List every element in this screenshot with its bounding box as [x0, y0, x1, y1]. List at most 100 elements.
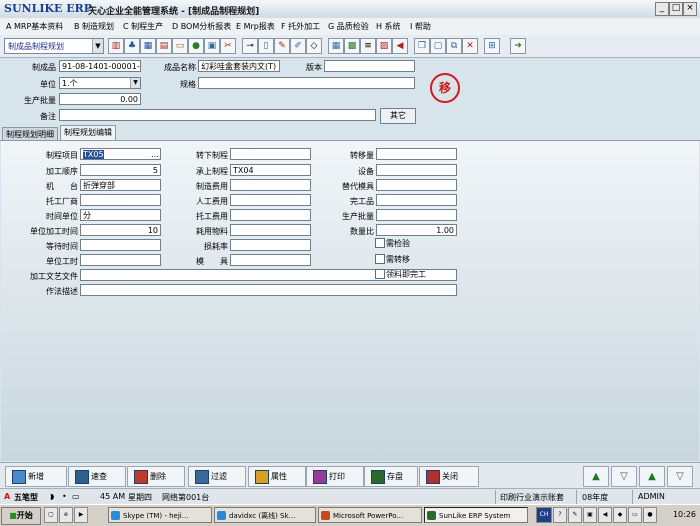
- table-icon[interactable]: ▦: [328, 38, 344, 54]
- menu-quality[interactable]: G 品质检验: [328, 21, 369, 32]
- ime-indicator[interactable]: 五笔型: [14, 492, 38, 503]
- close-window-button[interactable]: ×: [683, 2, 697, 16]
- quicklaunch-ie-icon[interactable]: e: [59, 507, 73, 523]
- machine-field[interactable]: 折弹穿部: [80, 179, 161, 191]
- version-field[interactable]: [324, 60, 415, 72]
- taskbar-item-skype[interactable]: Skype (TM) - heji...: [108, 507, 212, 523]
- module-select[interactable]: 制成品制程规划 ▼: [4, 38, 104, 54]
- vendor-field[interactable]: [80, 194, 161, 206]
- close-button[interactable]: 关闭: [419, 466, 479, 487]
- grid-icon[interactable]: ▦: [140, 38, 156, 54]
- list-icon[interactable]: ≡: [360, 38, 376, 54]
- maximize-button[interactable]: □: [669, 2, 683, 16]
- save-button[interactable]: 存盘: [364, 466, 418, 487]
- edit-icon[interactable]: ✐: [290, 38, 306, 54]
- ime-punct-icon[interactable]: •: [62, 492, 67, 501]
- tray-network-icon[interactable]: ▣: [583, 507, 597, 523]
- transfer-checkbox[interactable]: [375, 254, 385, 264]
- method-field[interactable]: [80, 284, 457, 296]
- search-button[interactable]: 速查: [68, 466, 126, 487]
- minimize-button[interactable]: _: [655, 2, 669, 16]
- menu-production[interactable]: C 制程生产: [123, 21, 163, 32]
- filter-button[interactable]: 过滤: [188, 466, 246, 487]
- start-button[interactable]: ■开始: [1, 507, 41, 525]
- tools-icon[interactable]: ✂: [220, 38, 236, 54]
- duplicate-icon[interactable]: ⧉: [446, 38, 462, 54]
- document-icon[interactable]: ▯: [258, 38, 274, 54]
- layout-icon[interactable]: ▩: [344, 38, 360, 54]
- unit-work-field[interactable]: [80, 254, 161, 266]
- folder-icon[interactable]: ▭: [172, 38, 188, 54]
- tray-monitor-icon[interactable]: ▭: [628, 507, 642, 523]
- unit-time-field[interactable]: 10: [80, 224, 161, 236]
- loss-field[interactable]: [230, 239, 311, 251]
- first-record-button[interactable]: ▲: [583, 466, 609, 487]
- mold-field[interactable]: [230, 254, 311, 266]
- next-record-button[interactable]: ▲: [639, 466, 665, 487]
- picture-icon[interactable]: ▨: [376, 38, 392, 54]
- unit-select[interactable]: 1.个 ▼: [59, 77, 141, 89]
- chart-icon[interactable]: ▥: [108, 38, 124, 54]
- transfer-qty-field[interactable]: [376, 148, 457, 160]
- spec-field[interactable]: [198, 77, 415, 89]
- tray-ime-icon[interactable]: ✎: [568, 507, 582, 523]
- globe-icon[interactable]: ●: [188, 38, 204, 54]
- batch-field[interactable]: 0.00: [59, 93, 141, 105]
- equipment-field[interactable]: [376, 164, 457, 176]
- prev-record-button[interactable]: ▽: [611, 466, 637, 487]
- ime-moon-icon[interactable]: ◗: [50, 492, 54, 501]
- menu-mrp-basic[interactable]: A MRP基本资料: [6, 21, 63, 32]
- key-icon[interactable]: ⊸: [242, 38, 258, 54]
- other-button[interactable]: 其它: [380, 108, 416, 124]
- users-icon[interactable]: ♣: [124, 38, 140, 54]
- exit-icon[interactable]: ➜: [510, 38, 526, 54]
- outsource-cost-field[interactable]: [230, 209, 311, 221]
- pen-icon[interactable]: ✎: [274, 38, 290, 54]
- tray-security-icon[interactable]: ◆: [613, 507, 627, 523]
- delete-button[interactable]: 删除: [127, 466, 185, 487]
- tab-process-detail[interactable]: 制程规划明细: [2, 127, 58, 141]
- menu-system[interactable]: H 系统: [376, 21, 401, 32]
- finished-field[interactable]: [376, 194, 457, 206]
- sequence-field[interactable]: 5: [80, 164, 161, 176]
- material-done-checkbox[interactable]: [375, 269, 385, 279]
- speaker-icon[interactable]: ◀: [392, 38, 408, 54]
- quicklaunch-media-icon[interactable]: ▶: [74, 507, 88, 523]
- cancel-icon[interactable]: ✕: [462, 38, 478, 54]
- prev-process-field[interactable]: TX04: [230, 164, 311, 176]
- qty-ratio-field[interactable]: 1.00: [376, 224, 457, 236]
- next-process-field[interactable]: [230, 148, 311, 160]
- process-item-field[interactable]: TX05 …: [80, 148, 161, 160]
- material-field[interactable]: [230, 224, 311, 236]
- product-name-field[interactable]: 幻彩哇盒套装内文(T): [198, 60, 280, 72]
- tree-icon[interactable]: ⊞: [484, 38, 500, 54]
- taskbar-item-erp[interactable]: SunLike ERP System: [424, 507, 528, 523]
- inspect-checkbox[interactable]: [375, 238, 385, 248]
- taskbar-item-powerpoint[interactable]: Microsoft PowerPo...: [318, 507, 422, 523]
- calendar-icon[interactable]: ▤: [156, 38, 172, 54]
- taskbar-item-chat[interactable]: davidxc (离线) Sk...: [214, 507, 316, 523]
- eraser-icon[interactable]: ◇: [306, 38, 322, 54]
- print-button[interactable]: 打印: [306, 466, 364, 487]
- lookup-button[interactable]: …: [151, 149, 159, 159]
- menu-help[interactable]: I 帮助: [410, 21, 431, 32]
- mfg-cost-field[interactable]: [230, 179, 311, 191]
- window-icon[interactable]: ▣: [204, 38, 220, 54]
- product-field[interactable]: 91-08-1401-00001-00: [59, 60, 141, 72]
- paste-icon[interactable]: ▢: [430, 38, 446, 54]
- add-button[interactable]: 新增: [5, 466, 67, 487]
- alt-mold-field[interactable]: [376, 179, 457, 191]
- wait-time-field[interactable]: [80, 239, 161, 251]
- labor-cost-field[interactable]: [230, 194, 311, 206]
- quicklaunch-desktop-icon[interactable]: ▢: [44, 507, 58, 523]
- tray-help-icon[interactable]: ?: [553, 507, 567, 523]
- language-indicator[interactable]: CH: [536, 507, 552, 523]
- copy-icon[interactable]: ❐: [414, 38, 430, 54]
- tab-process-edit[interactable]: 制程规划编辑: [60, 125, 116, 141]
- tray-volume-icon[interactable]: ◀: [598, 507, 612, 523]
- time-unit-field[interactable]: 分: [80, 209, 161, 221]
- menu-planning[interactable]: B 制造规划: [74, 21, 114, 32]
- ime-keyboard-icon[interactable]: ▭: [72, 492, 80, 501]
- tray-app-icon[interactable]: ●: [643, 507, 657, 523]
- menu-mrp-report[interactable]: E Mrp报表: [236, 21, 275, 32]
